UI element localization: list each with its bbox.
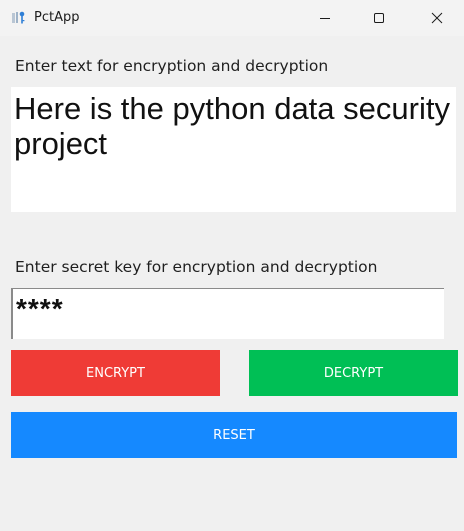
reset-button[interactable]: RESET [11, 412, 457, 458]
secret-key-label: Enter secret key for encryption and decr… [15, 258, 378, 276]
window-title: PctApp [34, 10, 80, 25]
minimize-icon [320, 18, 330, 19]
close-button[interactable] [414, 0, 460, 36]
decrypt-button[interactable]: DECRYPT [249, 350, 458, 396]
title-bar[interactable]: PctApp [0, 0, 464, 36]
encrypt-button[interactable]: ENCRYPT [11, 350, 220, 396]
text-input-label: Enter text for encryption and decryption [15, 57, 329, 75]
app-window: PctApp Enter text for encryption and dec… [0, 0, 464, 531]
key-icon [10, 10, 26, 26]
secret-key-field[interactable]: **** [11, 288, 444, 339]
close-icon [431, 12, 443, 24]
minimize-button[interactable] [302, 0, 348, 36]
maximize-button[interactable] [356, 0, 402, 36]
text-input-area[interactable]: Here is the python data security project [11, 87, 456, 212]
maximize-icon [374, 13, 384, 23]
